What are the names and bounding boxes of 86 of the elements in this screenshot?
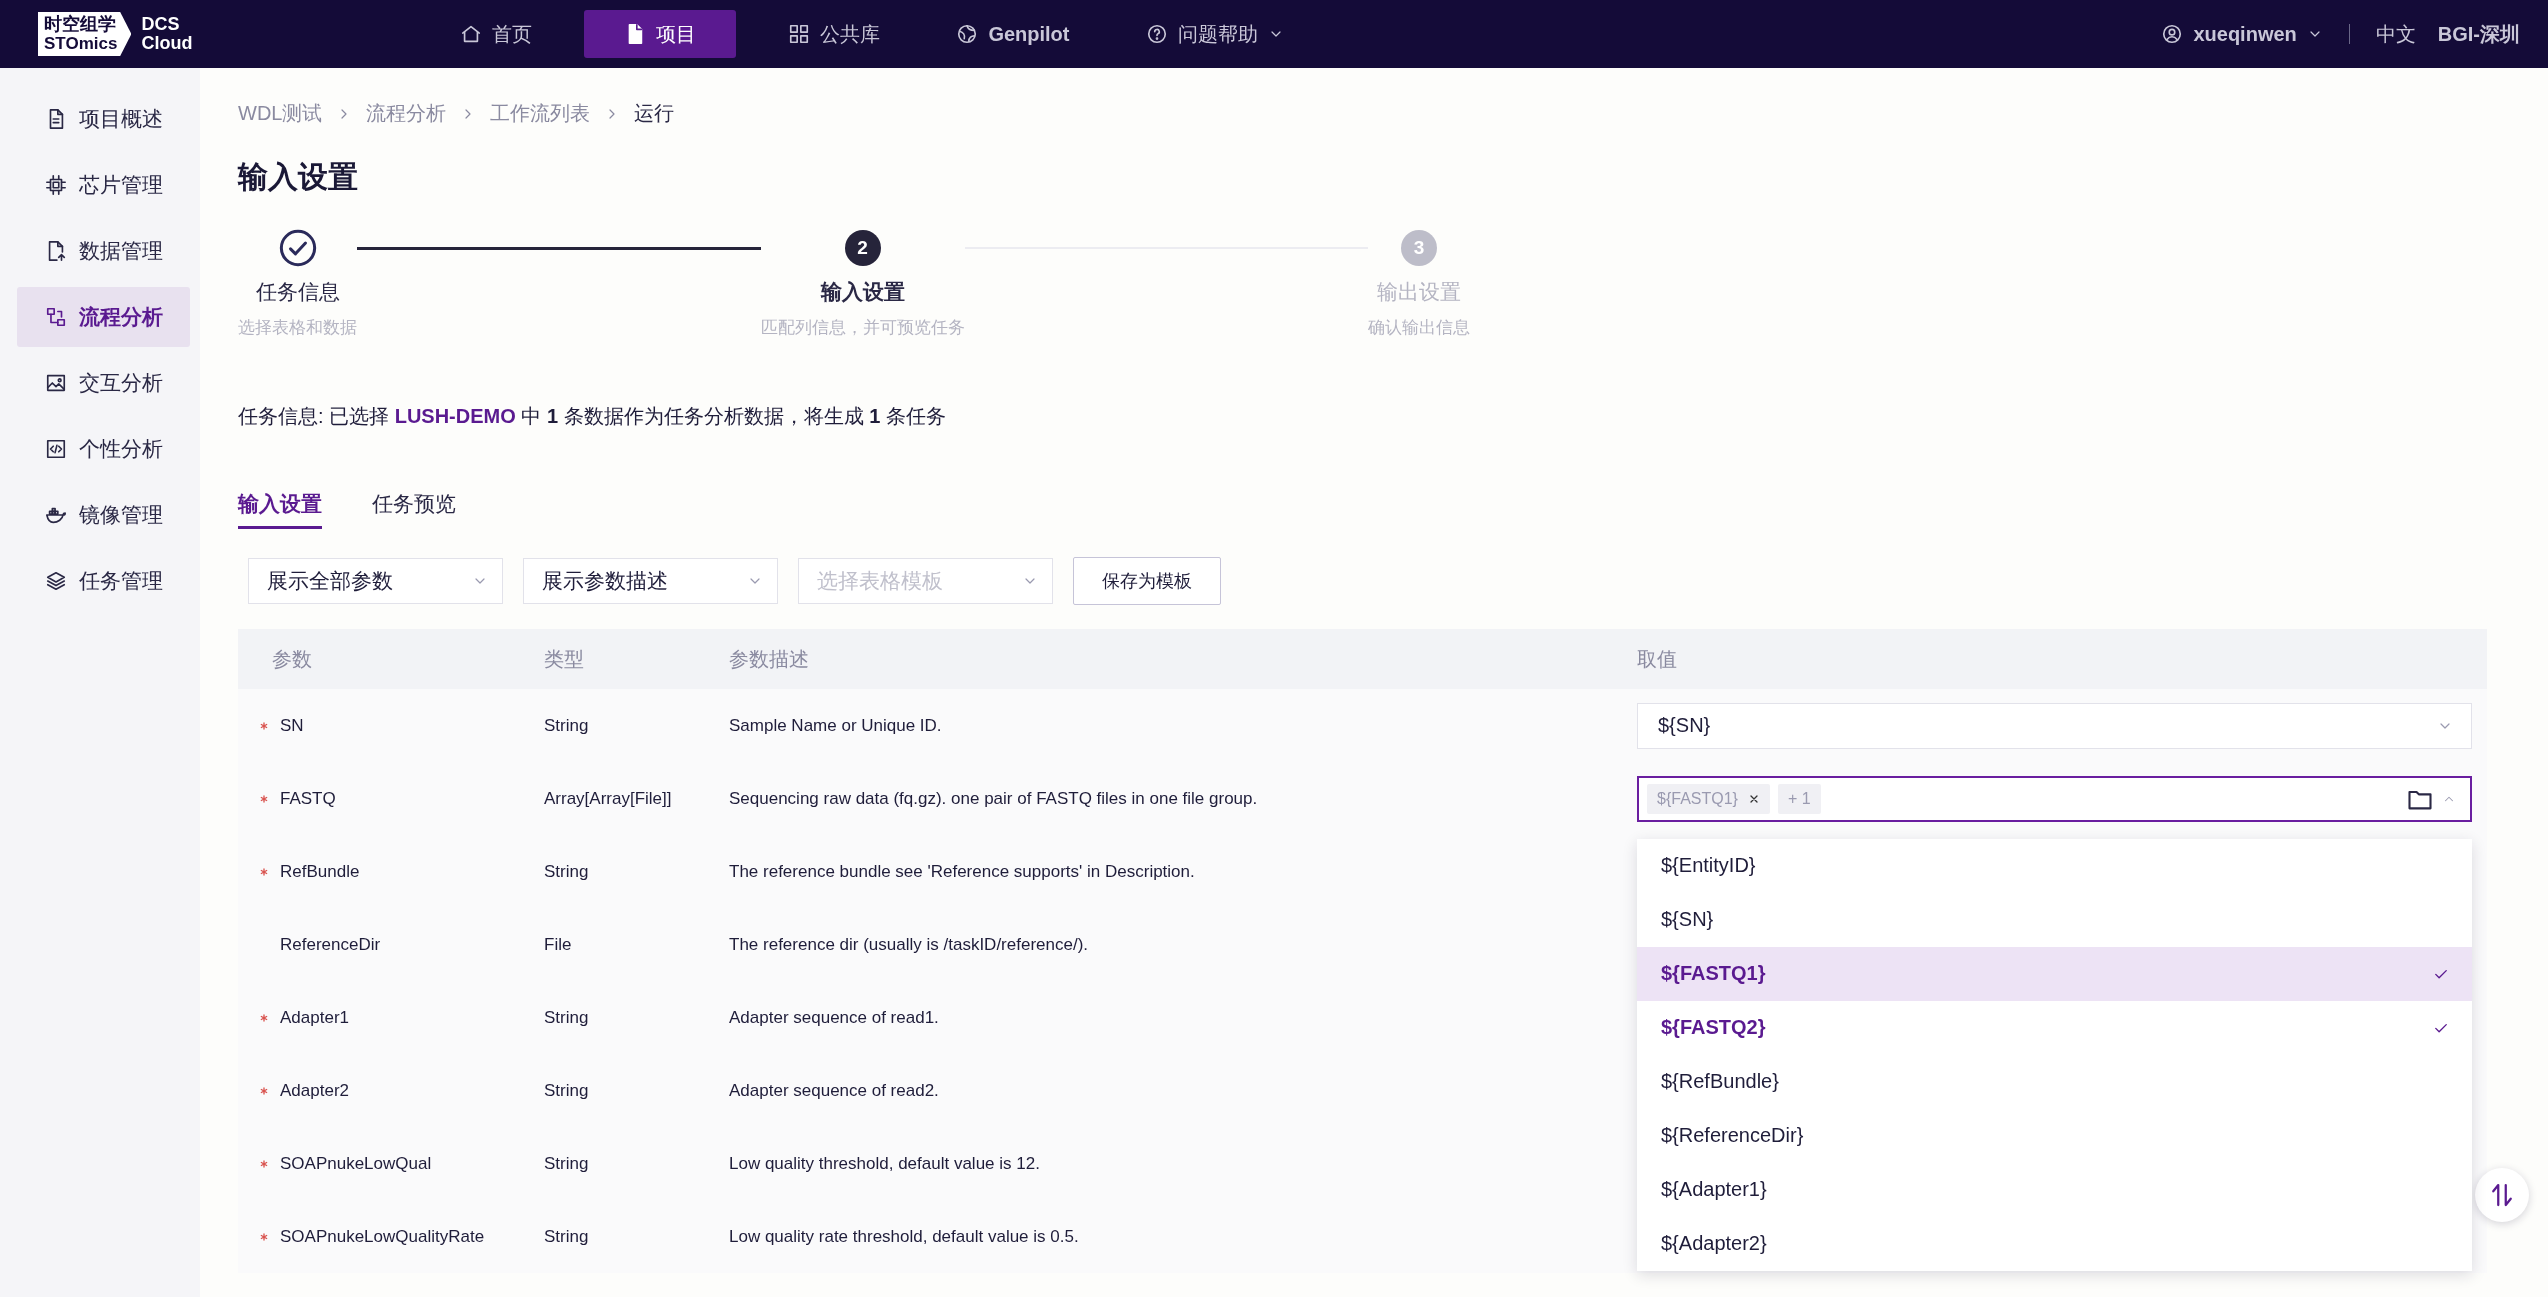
dropdown-option[interactable]: ${RefBundle} (1637, 1054, 2472, 1109)
table-cell-text: Low quality rate threshold, default value is 0.5. (728, 1226, 1080, 1247)
table-cell-text: String (543, 1080, 590, 1101)
dropdown-option[interactable]: ${SN} (1637, 892, 2472, 947)
table-cell-text: Adapter sequence of read1. (728, 1007, 940, 1028)
step-title: 输入设置 (820, 279, 905, 305)
select-field[interactable]: 展示参数描述 (523, 558, 778, 604)
select-field[interactable]: 展示全部参数 (248, 558, 503, 604)
dropdown-option[interactable]: ${Adapter1} (1637, 1162, 2472, 1217)
step-number: 2 (844, 230, 881, 266)
column-header: 类型 (543, 646, 585, 672)
dropdown-option[interactable]: ${ReferenceDir} (1637, 1108, 2472, 1163)
table-cell-text: The reference dir (usually is /taskID/reference/). (728, 934, 1090, 955)
sidebar-item[interactable]: 数据管理 (17, 221, 190, 281)
table-cell: SOAPnukeLowQualityRate (280, 1226, 485, 1247)
more-count: + 1 (1777, 783, 1821, 814)
sidebar-item[interactable]: 流程分析 (17, 287, 190, 347)
table-cell-text: Sequencing raw data (fq.gz). one pair of FASTQ files in one file group. (728, 788, 1259, 809)
nav-item[interactable]: Genpilot (932, 10, 1094, 58)
table-cell: FASTQ (280, 788, 336, 809)
step-subtitle: 确认输出信息 (1368, 317, 1470, 339)
table-cell-text: String (543, 1226, 590, 1247)
table-cell: RefBundle (280, 861, 360, 882)
table-cell-text: The reference bundle see 'Reference supports' in Description. (728, 861, 1196, 882)
table-cell-text: String (543, 715, 590, 736)
logo-text: STOmics (44, 34, 118, 53)
table-cell: SN (280, 715, 304, 736)
value-tag: ${FASTQ1} (1647, 783, 1770, 814)
layers-icon (45, 570, 67, 592)
column-header: 参数 (271, 646, 313, 672)
table-cell: Adapter2 (280, 1080, 349, 1101)
home-icon (460, 23, 483, 45)
chip-icon (45, 174, 67, 196)
table-cell-text: String (543, 861, 590, 882)
sidebar-item[interactable]: 个性分析 (17, 419, 190, 479)
tab[interactable]: 任务预览 (372, 490, 456, 529)
table-cell: SOAPnukeLowQual (280, 1153, 432, 1174)
nav-item[interactable]: 项目 (584, 10, 737, 58)
breadcrumb-current: 运行 (634, 101, 675, 126)
table-cell-text: Low quality threshold, default value is 12. (728, 1153, 1041, 1174)
flowchart-icon (45, 306, 67, 328)
dropdown-option[interactable]: ${EntityID} (1637, 838, 2472, 893)
language-link[interactable]: 中文 (2375, 20, 2416, 48)
task-info-text: 任务信息: 已选择 LUSH-DEMO 中 1 条数据作为任务分析数据，将生成 1 条任务 (238, 404, 947, 429)
nav-item[interactable]: 首页 (436, 10, 557, 58)
sidebar-item[interactable]: 芯片管理 (17, 155, 190, 215)
step-subtitle: 选择表格和数据 (238, 317, 357, 339)
dropdown-option[interactable]: ${FASTQ1} (1637, 946, 2472, 1001)
product-name: DCS (141, 15, 181, 34)
logo-text: 时空组学 (44, 15, 117, 34)
table-cell: Adapter1 (280, 1007, 349, 1028)
globe-icon (956, 23, 979, 45)
scroll-button[interactable] (2475, 1168, 2529, 1222)
grid-icon (788, 23, 811, 45)
step-subtitle: 匹配列信息，并可预览任务 (760, 317, 965, 339)
step-title: 任务信息 (255, 279, 340, 305)
sidebar-item[interactable]: 镜像管理 (17, 485, 190, 545)
page-title: 输入设置 (238, 159, 359, 195)
value-select[interactable]: ${SN} (1637, 702, 2472, 749)
table-cell-text: String (543, 1153, 590, 1174)
step-number: 3 (1401, 230, 1437, 266)
table-cell-text: Sample Name or Unique ID. (728, 715, 943, 736)
column-header: 参数描述 (728, 646, 810, 672)
code-icon (45, 438, 67, 460)
user-icon (2161, 23, 2184, 45)
sidebar-item[interactable]: 任务管理 (17, 551, 190, 611)
user-menu[interactable]: xueqinwen (2161, 22, 2323, 46)
nav-item[interactable]: 问题帮助 (1121, 10, 1308, 58)
help-icon (1145, 23, 1168, 45)
column-header: 取值 (1636, 646, 1678, 672)
table-cell-text: Array[Array[File]] (543, 788, 673, 809)
step-title: 输出设置 (1377, 279, 1461, 305)
sidebar-item[interactable]: 项目概述 (17, 89, 190, 149)
table-cell: ReferenceDir (280, 934, 381, 955)
image-icon (45, 372, 67, 394)
tab[interactable]: 输入设置 (238, 490, 322, 529)
region-link[interactable]: BGI-深圳 (2437, 20, 2520, 48)
product-name: Cloud (141, 34, 193, 53)
nav-item[interactable]: 公共库 (764, 10, 905, 58)
table-cell-text: Adapter sequence of read2. (728, 1080, 940, 1101)
table-cell-text: File (543, 934, 573, 955)
dropdown-option[interactable]: ${FASTQ2} (1637, 1000, 2472, 1055)
sidebar-item[interactable]: 交互分析 (17, 353, 190, 413)
save-template-button[interactable]: 保存为模板 (1073, 557, 1221, 605)
table-cell-text: String (543, 1007, 590, 1028)
dropdown-option[interactable]: ${Adapter2} (1637, 1216, 2472, 1271)
